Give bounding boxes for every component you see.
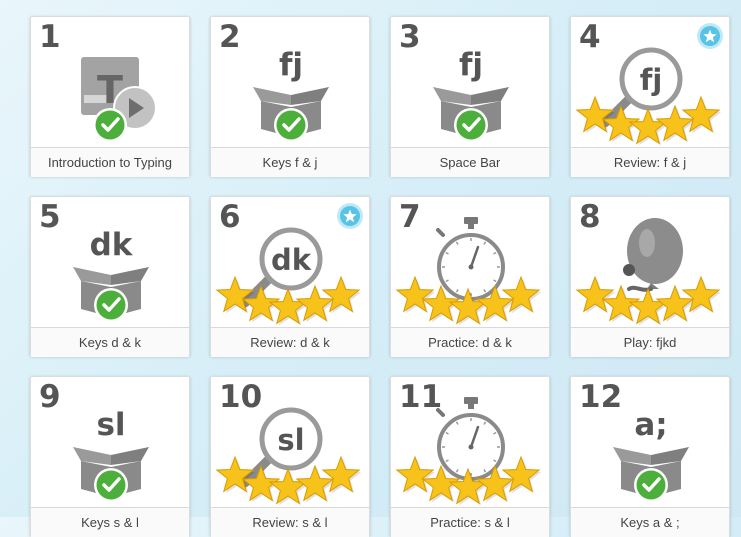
lesson-footer: Practice: s & l bbox=[391, 507, 549, 537]
lesson-number: 2 bbox=[219, 19, 241, 55]
key-glyph-text: fj bbox=[459, 47, 483, 83]
lesson-footer: Keys s & l bbox=[31, 507, 189, 537]
lesson-title: Practice: d & k bbox=[428, 335, 512, 350]
lesson-tile[interactable]: fj 3 Space Bar bbox=[390, 16, 550, 177]
lesson-title: Review: s & l bbox=[252, 515, 328, 530]
lesson-title: Introduction to Typing bbox=[47, 155, 173, 170]
lesson-tile[interactable]: dk 6 Review: d & k bbox=[210, 196, 370, 357]
lesson-tile[interactable]: 7 Practice: d & k bbox=[390, 196, 550, 357]
lesson-tile[interactable]: 11 Practice: s & l bbox=[390, 376, 550, 537]
check-complete-icon bbox=[454, 108, 488, 142]
lesson-footer: Play: fjkd bbox=[571, 327, 729, 357]
lesson-footer: Introduction to Typing bbox=[31, 147, 189, 177]
lesson-footer: Practice: d & k bbox=[391, 327, 549, 357]
lesson-title: Practice: s & l bbox=[430, 515, 510, 530]
check-complete-icon bbox=[634, 468, 668, 502]
lesson-number: 7 bbox=[399, 199, 421, 235]
check-complete-icon bbox=[93, 108, 127, 142]
lesson-number: 10 bbox=[219, 379, 263, 415]
lesson-footer: Keys a & ; bbox=[571, 507, 729, 537]
key-glyph-text: sl bbox=[277, 423, 304, 457]
lesson-number: 1 bbox=[39, 19, 61, 55]
lesson-footer: Keys d & k bbox=[31, 327, 189, 357]
lesson-footer: Review: s & l bbox=[211, 507, 369, 537]
achievement-badge-icon bbox=[697, 23, 723, 49]
lesson-tile[interactable]: 8 Play: fjkd bbox=[570, 196, 730, 357]
key-glyph-text: fj bbox=[640, 63, 663, 97]
key-glyph-text: dk bbox=[90, 227, 134, 263]
lesson-number: 5 bbox=[39, 199, 61, 235]
balloon-game-icon bbox=[623, 218, 683, 292]
lesson-tile[interactable]: sl 10 Review: s & l bbox=[210, 376, 370, 537]
lesson-title: Keys d & k bbox=[78, 335, 142, 350]
lesson-title: Space Bar bbox=[439, 155, 501, 170]
lesson-number: 9 bbox=[39, 379, 61, 415]
lesson-title: Keys s & l bbox=[81, 515, 139, 530]
lesson-footer: Review: d & k bbox=[211, 327, 369, 357]
lesson-title: Keys f & j bbox=[262, 155, 318, 170]
key-glyph-text: sl bbox=[96, 407, 125, 443]
check-complete-icon bbox=[274, 108, 308, 142]
five-stars-rating bbox=[575, 275, 722, 326]
lesson-footer: Space Bar bbox=[391, 147, 549, 177]
stopwatch-icon bbox=[436, 217, 505, 301]
key-glyph-text: a; bbox=[634, 407, 667, 443]
key-glyph-text: fj bbox=[279, 47, 303, 83]
lesson-number: 12 bbox=[579, 379, 623, 415]
lesson-tile[interactable]: T 1 Introduction to Typing bbox=[30, 16, 190, 177]
lesson-tile[interactable]: fj 2 Keys f & j bbox=[210, 16, 370, 177]
lesson-number: 6 bbox=[219, 199, 241, 235]
lesson-tile[interactable]: sl 9 Keys s & l bbox=[30, 376, 190, 537]
lesson-title: Review: d & k bbox=[250, 335, 330, 350]
lesson-footer: Keys f & j bbox=[211, 147, 369, 177]
lesson-title: Keys a & ; bbox=[620, 515, 680, 530]
lesson-title: Play: fjkd bbox=[623, 335, 677, 350]
achievement-badge-icon bbox=[337, 203, 363, 229]
lesson-number: 4 bbox=[579, 19, 601, 55]
lesson-number: 8 bbox=[579, 199, 601, 235]
stopwatch-icon bbox=[436, 397, 505, 481]
lesson-tile[interactable]: a; 12 Keys a & ; bbox=[570, 376, 730, 537]
lesson-tile[interactable]: fj 4 Review: f & j bbox=[570, 16, 730, 177]
lesson-title: Review: f & j bbox=[613, 155, 687, 170]
lesson-footer: Review: f & j bbox=[571, 147, 729, 177]
check-complete-icon bbox=[94, 288, 128, 322]
lesson-tile[interactable]: dk 5 Keys d & k bbox=[30, 196, 190, 357]
lesson-number: 3 bbox=[399, 19, 421, 55]
lesson-number: 11 bbox=[399, 379, 443, 415]
key-glyph-text: dk bbox=[271, 243, 312, 277]
check-complete-icon bbox=[94, 468, 128, 502]
